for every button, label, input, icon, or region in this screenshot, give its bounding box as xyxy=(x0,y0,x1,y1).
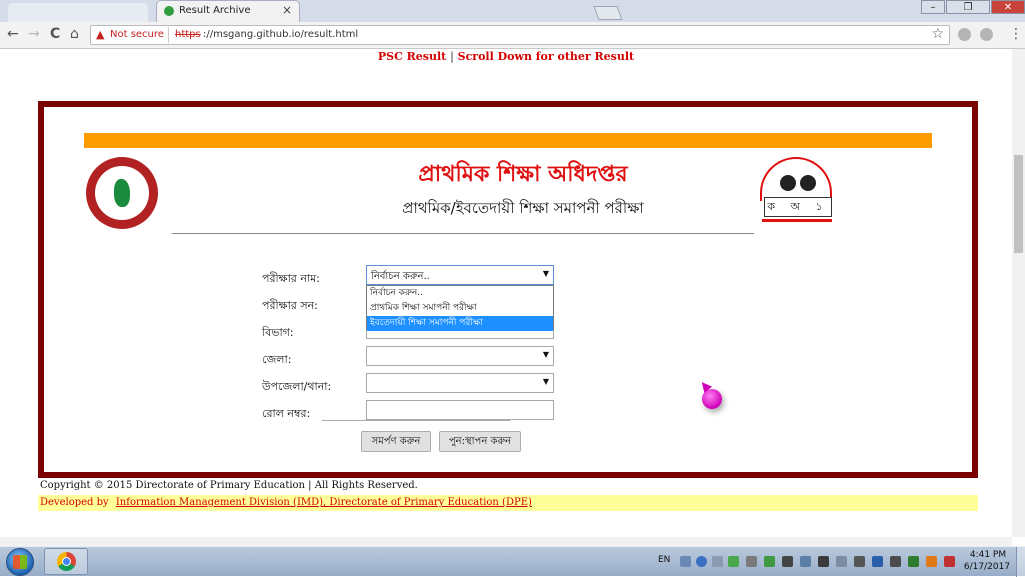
exam-option[interactable]: প্রাথমিক শিক্ষা সমাপনী পরীক্ষা xyxy=(367,301,553,316)
cursor-highlight-icon xyxy=(702,389,722,409)
star-icon[interactable]: ☆ xyxy=(931,26,944,42)
taskbar: EN 4:41 PM 6/17/2017 xyxy=(0,546,1025,577)
maximize-button[interactable]: ❐ xyxy=(946,0,990,14)
clock-time[interactable]: 4:41 PM xyxy=(968,550,1008,560)
speaker-icon[interactable] xyxy=(818,556,829,567)
tray-icon[interactable] xyxy=(746,556,757,567)
extension-icon[interactable] xyxy=(980,28,993,41)
bluetooth-icon[interactable] xyxy=(872,556,883,567)
tray-icon[interactable] xyxy=(782,556,793,567)
windows-flag-icon xyxy=(13,555,27,569)
warning-icon: ▲ xyxy=(96,28,105,41)
forward-icon[interactable]: → xyxy=(28,26,40,42)
menu-icon[interactable]: ⋮ xyxy=(1009,26,1023,42)
form-divider xyxy=(322,420,510,421)
developer-link[interactable]: Information Management Division (IMD), D… xyxy=(116,497,532,508)
logo-arc xyxy=(760,157,832,201)
security-status[interactable]: Not secure xyxy=(110,29,164,40)
minimize-button[interactable]: – xyxy=(921,0,945,14)
chrome-taskbar-button[interactable] xyxy=(44,548,88,575)
chevron-down-icon: ▼ xyxy=(542,269,549,278)
tray-icon[interactable] xyxy=(908,556,919,567)
psc-result-link[interactable]: PSC Result xyxy=(378,50,446,63)
exam-option[interactable]: নির্বাচন করুন.. xyxy=(367,286,553,301)
back-icon[interactable]: ← xyxy=(7,26,19,42)
close-window-button[interactable]: ✕ xyxy=(991,0,1025,14)
language-indicator[interactable]: EN xyxy=(658,555,670,565)
tray-icon[interactable] xyxy=(800,556,811,567)
child-icon xyxy=(800,175,816,191)
windows-start-icon[interactable] xyxy=(6,548,34,576)
copyright-text: Copyright © 2015 Directorate of Primary … xyxy=(40,480,418,491)
scroll-notice: Scroll Down for other Result xyxy=(457,50,635,63)
developer-credit: Developed by Information Management Divi… xyxy=(38,495,978,511)
extension-icon[interactable] xyxy=(958,28,971,41)
top-notice: PSC Result | Scroll Down for other Resul… xyxy=(0,50,1012,63)
background-tab[interactable] xyxy=(8,3,148,22)
tray-icon[interactable] xyxy=(890,556,901,567)
exam-name-value: নির্বাচন করুন.. xyxy=(371,271,430,282)
scrollbar-thumb[interactable] xyxy=(1014,155,1023,253)
reload-icon[interactable]: C xyxy=(50,26,60,42)
accent-bar xyxy=(84,133,932,148)
new-tab-button[interactable] xyxy=(593,6,623,20)
tray-icon[interactable] xyxy=(854,556,865,567)
chrome-icon xyxy=(57,552,76,571)
tray-icon[interactable] xyxy=(728,556,739,567)
address-toolbar: ← → C ⌂ ▲ Not secure https ://msgang.git… xyxy=(0,22,1025,49)
tray-icon[interactable] xyxy=(944,556,955,567)
tray-icon[interactable] xyxy=(926,556,937,567)
book-icon: ক অ ১ xyxy=(764,197,832,217)
url-text: ://msgang.github.io/result.html xyxy=(203,29,359,40)
tab-close-icon[interactable]: × xyxy=(282,3,292,17)
favicon-icon xyxy=(164,6,174,16)
home-icon[interactable]: ⌂ xyxy=(70,26,79,42)
submit-button[interactable]: সমর্পণ করুন xyxy=(361,431,431,452)
vertical-scrollbar[interactable] xyxy=(1012,49,1025,537)
exam-name-label: পরীক্ষার নাম: xyxy=(262,272,320,285)
exam-name-options: নির্বাচন করুন.. প্রাথমিক শিক্ষা সমাপনী প… xyxy=(366,285,554,331)
show-desktop-button[interactable] xyxy=(1016,547,1025,577)
tray-icon[interactable] xyxy=(764,556,775,567)
roll-number-input[interactable] xyxy=(366,400,554,420)
tray-icon[interactable] xyxy=(696,556,707,567)
tab-title: Result Archive xyxy=(179,5,251,16)
tab-result-archive[interactable]: Result Archive × xyxy=(156,0,300,22)
result-frame: প্রাথমিক শিক্ষা অধিদপ্তর প্রাথমিক/ইবতেদা… xyxy=(38,101,978,478)
url-bar[interactable]: ▲ Not secure https ://msgang.github.io/r… xyxy=(90,25,950,45)
education-for-all-logo: ক অ ১ xyxy=(758,157,836,227)
tray-icon[interactable] xyxy=(836,556,847,567)
exam-year-label: পরীক্ষার সন: xyxy=(262,299,318,312)
title-divider xyxy=(172,233,754,234)
upazila-select[interactable]: ▼ xyxy=(366,373,554,393)
chevron-down-icon: ▼ xyxy=(542,350,549,359)
clock-date[interactable]: 6/17/2017 xyxy=(962,562,1012,572)
upazila-label: উপজেলা/থানা: xyxy=(262,380,332,393)
tray-icon[interactable] xyxy=(680,556,691,567)
child-icon xyxy=(780,175,796,191)
exam-name-select[interactable]: নির্বাচন করুন.. ▼ xyxy=(366,265,554,285)
page-viewport: PSC Result | Scroll Down for other Resul… xyxy=(0,49,1012,537)
district-label: জেলা: xyxy=(262,353,292,366)
tray-icon[interactable] xyxy=(712,556,723,567)
chevron-down-icon: ▼ xyxy=(542,377,549,386)
reset-button[interactable]: পুন:স্থাপন করুন xyxy=(439,431,521,452)
district-select[interactable]: ▼ xyxy=(366,346,554,366)
url-divider xyxy=(168,27,169,43)
horizontal-scrollbar[interactable] xyxy=(0,537,1012,546)
developer-label: Developed by xyxy=(40,497,109,508)
logo-underline xyxy=(762,219,832,222)
exam-option-highlighted[interactable]: ইবতেদায়ী শিক্ষা সমাপনী পরীক্ষা xyxy=(367,316,553,331)
roll-number-label: রোল নম্বর: xyxy=(262,407,311,420)
tab-strip: Result Archive × – ❐ ✕ xyxy=(0,0,1025,22)
url-scheme: https xyxy=(175,29,201,40)
notice-separator: | xyxy=(450,50,454,63)
division-label: বিভাগ: xyxy=(262,326,294,339)
